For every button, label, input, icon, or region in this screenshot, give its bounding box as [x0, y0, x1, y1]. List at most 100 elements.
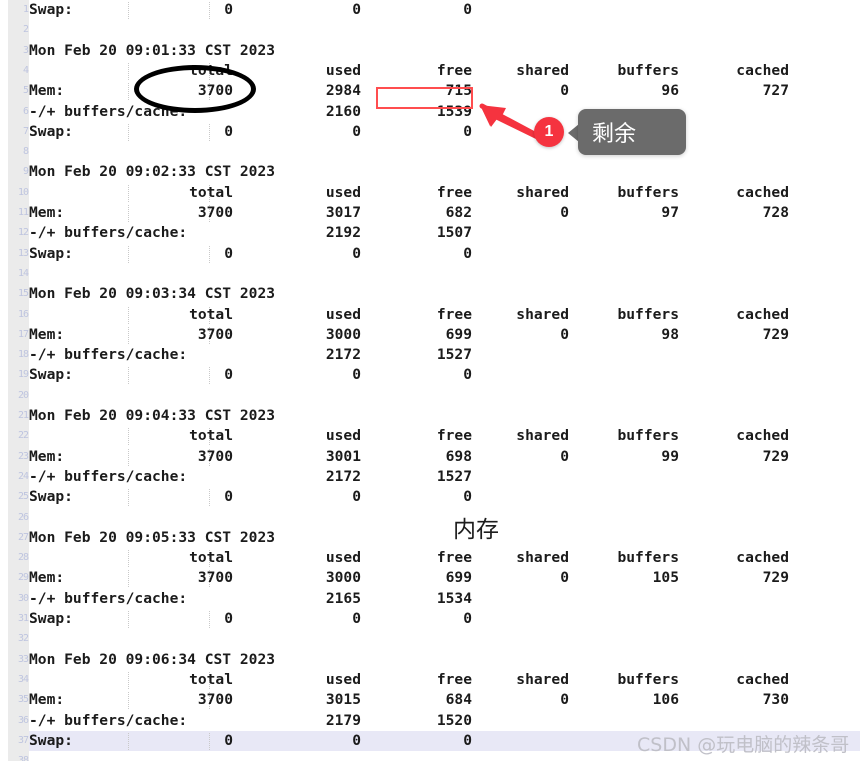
cell-value: 0: [463, 488, 472, 506]
cell-value: cached: [736, 427, 789, 445]
cell-value: 2192: [325, 224, 361, 242]
cell-value: shared: [516, 549, 569, 567]
indent-guide: [209, 489, 211, 507]
terminal-line: -/+ buffers/cache: 2160 1539: [29, 102, 860, 122]
indent-guide: [209, 123, 211, 141]
row-label: -/+ buffers/cache:: [29, 346, 188, 364]
line-number: 6: [22, 105, 29, 117]
line-number: 26: [17, 511, 29, 523]
cell-value: buffers: [617, 670, 679, 688]
line-number: 34: [17, 673, 29, 685]
line-number: 37: [17, 734, 29, 746]
screenshot-root: 1 2 3 4 5 6 7 8 9 10 11 12 13 14 15 16 17 18 19 20 21 22 23 24 2…: [0, 0, 860, 761]
indent-guide: [128, 550, 130, 568]
indent-guide: [128, 2, 130, 19]
cell-value: 0: [352, 731, 361, 749]
cell-value: buffers: [617, 61, 679, 79]
cell-value: 715: [445, 82, 472, 100]
cell-value: free: [436, 427, 472, 445]
row-label: -/+ buffers/cache:: [29, 467, 188, 485]
cell-value: 0: [560, 325, 569, 343]
cell-value: 0: [463, 244, 472, 262]
cell-value: used: [325, 427, 361, 445]
cell-value: used: [325, 305, 361, 323]
cell-value: 729: [762, 447, 789, 465]
row-label: -/+ buffers/cache:: [29, 224, 188, 242]
cell-value: cached: [736, 670, 789, 688]
code-block: Swap: 0 0 0 Mon Feb 20 09:01:33 CST 2023 tota…: [29, 0, 860, 761]
indent-guide: [128, 245, 130, 263]
line-number: 20: [17, 389, 29, 401]
cell-value: 3015: [325, 691, 361, 709]
cell-value: total: [189, 549, 233, 567]
line-number: 31: [17, 613, 29, 624]
cell-value: cached: [736, 183, 789, 201]
cell-value: 730: [762, 691, 789, 709]
line-number: 8: [22, 146, 29, 158]
cell-value: 0: [463, 1, 472, 18]
cell-value: 2172: [325, 467, 361, 485]
cell-value: shared: [516, 183, 569, 201]
cell-value: total: [189, 61, 233, 79]
cell-value: used: [325, 61, 361, 79]
line-number: 33: [17, 653, 29, 665]
cell-value: 1507: [436, 224, 472, 242]
line-number: 16: [17, 308, 29, 320]
line-number: 35: [17, 694, 29, 706]
cell-value: 1527: [436, 467, 472, 485]
line-number: 7: [22, 125, 29, 137]
cell-value: 729: [762, 569, 789, 587]
row-label: Swap:: [29, 488, 73, 506]
cell-value: free: [436, 61, 472, 79]
cell-value: 98: [661, 325, 679, 343]
terminal-line: Mon Feb 20 09:04:33 CST 2023: [29, 406, 860, 426]
cell-value: 0: [224, 1, 233, 18]
line-number: 30: [17, 592, 29, 604]
cell-value: 728: [762, 204, 789, 221]
cell-value: shared: [516, 427, 569, 445]
cell-value: 0: [224, 244, 233, 262]
terminal-line: -/+ buffers/cache: 2192 1507: [29, 223, 860, 243]
cell-value: free: [436, 183, 472, 201]
cell-value: shared: [516, 61, 569, 79]
indent-guide: [209, 245, 211, 263]
row-label: Mem:: [29, 204, 65, 221]
cell-value: 96: [661, 82, 679, 100]
line-number: 5: [22, 85, 29, 97]
cell-value: 0: [560, 447, 569, 465]
cell-value: free: [436, 549, 472, 567]
line-number: 15: [17, 288, 29, 300]
cell-value: 106: [652, 691, 679, 709]
cell-value: 3001: [325, 447, 361, 465]
line-number: 2: [22, 24, 29, 36]
cell-value: 0: [352, 610, 361, 627]
indent-guide: [128, 570, 130, 588]
note-memory: 内存: [453, 517, 499, 543]
terminal-line: Mon Feb 20 09:02:33 CST 2023: [29, 162, 860, 182]
indent-guide: [128, 62, 130, 80]
line-number: 1: [22, 4, 29, 15]
row-label: Swap:: [29, 610, 73, 627]
cell-value: 2165: [325, 589, 361, 607]
line-number: 4: [22, 64, 29, 76]
terminal-line: total used free shared buffers cached: [29, 61, 860, 81]
terminal-line: Mem: 3700 3015 684 0 106 730: [29, 690, 860, 710]
row-label: Mon Feb 20 09:05:33 CST 2023: [29, 528, 276, 546]
row-label: Mem:: [29, 325, 65, 343]
cell-value: 1527: [436, 346, 472, 364]
terminal-line: Mon Feb 20 09:01:33 CST 2023: [29, 41, 860, 61]
indent-guide: [128, 611, 130, 628]
cell-value: buffers: [617, 183, 679, 201]
cell-value: 2179: [325, 711, 361, 729]
terminal-line: Mem: 3700 3000 699 0 98 729: [29, 325, 860, 345]
annotation-badge-1[interactable]: 1: [534, 117, 564, 147]
cell-value: 0: [224, 366, 233, 384]
cell-value: 0: [463, 731, 472, 749]
row-label: Mon Feb 20 09:04:33 CST 2023: [29, 407, 276, 424]
cell-value: 0: [352, 488, 361, 506]
cell-value: 0: [560, 569, 569, 587]
